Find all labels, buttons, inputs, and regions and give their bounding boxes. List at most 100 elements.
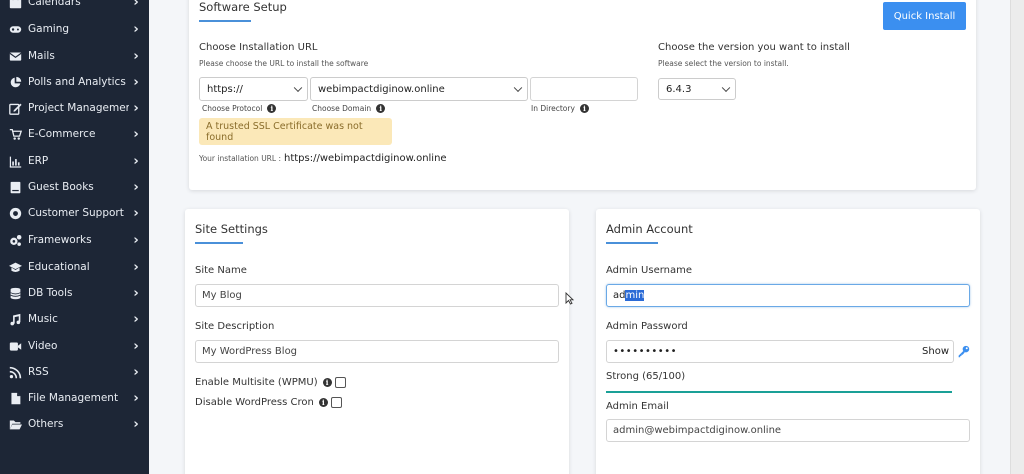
admin-account-title: Admin Account [606,222,693,236]
sidebar-item-rss[interactable]: RSS › [0,359,149,385]
cron-row: Disable WordPress Cron i [195,397,342,408]
key-icon[interactable] [957,345,970,358]
sidebar-item-label: Others [28,418,64,430]
domain-select[interactable]: webimpactdiginow.online [310,77,528,101]
admin-email-input[interactable]: admin@webimpactdiginow.online [606,419,970,442]
sidebar-item-label: Polls and Analytics [28,76,126,88]
sidebar-item-frameworks[interactable]: Frameworks › [0,227,149,253]
protocol-select[interactable]: https:// [199,77,308,101]
domain-caption: Choose Domain i [312,104,386,113]
sidebar-item-label: DB Tools [28,287,73,299]
info-icon[interactable]: i [267,104,277,113]
sidebar-item-video[interactable]: Video › [0,333,149,359]
install-url-prefix: Your installation URL : [199,154,281,163]
multisite-label: Enable Multisite (WPMU) [195,377,318,388]
info-icon[interactable]: i [579,104,589,113]
directory-caption: In Directory i [531,104,589,113]
database-icon [8,286,22,300]
directory-caption-text: In Directory [531,104,575,113]
directory-input[interactable] [530,77,638,101]
chevron-right-icon: › [133,179,139,195]
version-select[interactable]: 6.4.3 [658,78,736,100]
password-strength-bar [606,391,952,393]
site-name-input[interactable]: My Blog [195,284,559,307]
sidebar-item-customer-support[interactable]: Customer Support › [0,200,149,226]
admin-account-card: Admin Account Admin Username ad min Admin… [596,209,980,474]
site-name-label: Site Name [195,265,247,276]
lifebuoy-icon [8,206,22,220]
sidebar-item-guest-books[interactable]: Guest Books › [0,174,149,200]
protocol-caption: Choose Protocol i [202,104,277,113]
cron-label: Disable WordPress Cron [195,397,314,408]
music-icon [8,312,22,326]
admin-password-label: Admin Password [606,321,688,332]
info-icon[interactable]: i [376,104,386,113]
multisite-row: Enable Multisite (WPMU) i [195,377,346,388]
sidebar-item-label: ERP [28,155,49,167]
pie-chart-icon [8,75,22,89]
title-underline [606,242,658,244]
multisite-checkbox[interactable] [334,377,346,388]
site-settings-title: Site Settings [195,222,268,236]
sidebar-item-mails[interactable]: Mails › [0,43,149,69]
sidebar-item-label: Project Management [28,102,129,114]
info-icon[interactable]: i [322,378,332,387]
site-description-input[interactable]: My WordPress Blog [195,340,559,363]
sidebar-item-db-tools[interactable]: DB Tools › [0,280,149,306]
sidebar-item-label: Guest Books [28,181,94,193]
sidebar-item-label: RSS [28,366,49,378]
sidebar-item-polls-analytics[interactable]: Polls and Analytics › [0,69,149,95]
chevron-right-icon: › [133,259,139,275]
version-label: Choose the version you want to install [658,42,850,53]
admin-password-input[interactable]: •••••••••• Show [606,340,954,363]
chevron-right-icon: › [133,232,139,248]
sidebar-item-erp[interactable]: ERP › [0,148,149,174]
chevron-right-icon: › [133,126,139,142]
page-scrollbar[interactable] [1010,0,1024,474]
chevron-down-icon [293,83,303,93]
software-setup-card: Software Setup Quick Install Choose Inst… [189,0,976,190]
edit-icon [8,101,22,115]
password-strength-label: Strong (65/100) [606,371,686,382]
admin-username-label: Admin Username [606,265,693,276]
chevron-down-icon [721,83,731,93]
install-url-line: Your installation URL : https://webimpac… [199,153,447,164]
sidebar-item-label: Video [28,340,58,352]
sidebar-item-label: Music [28,313,58,325]
chevron-right-icon: › [133,364,139,380]
quick-install-button[interactable]: Quick Install [883,2,966,30]
domain-value: webimpactdiginow.online [318,83,445,95]
cogs-icon [8,233,22,247]
chevron-right-icon: › [133,153,139,169]
chevron-right-icon: › [133,100,139,116]
show-password-button[interactable]: Show [922,346,949,357]
install-url-label: Choose Installation URL [199,42,318,53]
sidebar-item-music[interactable]: Music › [0,306,149,332]
sidebar-item-label: Calendars [28,0,81,8]
sidebar-item-educational[interactable]: Educational › [0,254,149,280]
sidebar-item-others[interactable]: Others › [0,411,149,437]
sidebar-item-project-management[interactable]: Project Management › [0,95,149,121]
chevron-right-icon: › [133,285,139,301]
sidebar-item-gaming[interactable]: Gaming › [0,16,149,42]
graduation-cap-icon [8,260,22,274]
username-selected-text: min [625,290,645,301]
cron-checkbox[interactable] [330,397,342,408]
bar-chart-icon [8,154,22,168]
admin-username-input[interactable]: ad min [606,284,970,307]
sidebar-item-label: Gaming [28,23,70,35]
chevron-right-icon: › [133,390,139,406]
info-icon[interactable]: i [318,398,328,407]
sidebar-item-calendars[interactable]: Calendars › [0,0,149,15]
gamepad-icon [8,22,22,36]
sidebar-item-file-management[interactable]: File Management › [0,385,149,411]
sidebar-item-e-commerce[interactable]: E-Commerce › [0,121,149,147]
book-icon [8,180,22,194]
chevron-right-icon: › [133,205,139,221]
main-content: Software Setup Quick Install Choose Inst… [149,0,1024,474]
sidebar-item-label: E-Commerce [28,128,96,140]
site-settings-card: Site Settings Site Name My Blog Site Des… [185,209,569,474]
video-icon [8,339,22,353]
install-url-hint: Please choose the URL to install the sof… [199,59,369,68]
chevron-right-icon: › [133,311,139,327]
